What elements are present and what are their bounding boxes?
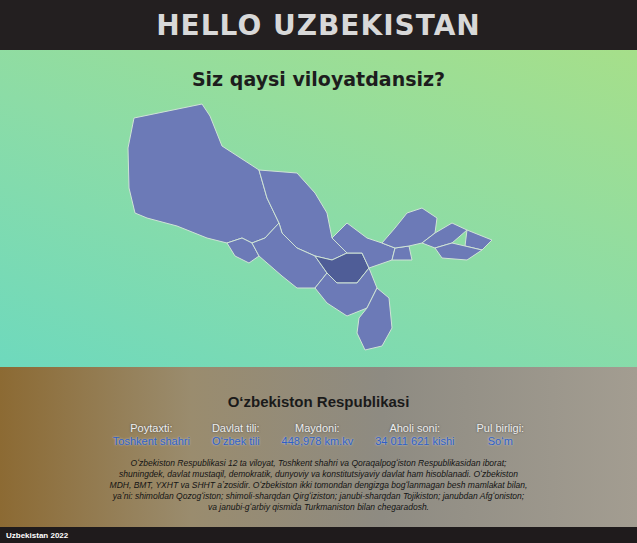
region[interactable] [332,223,395,268]
uzbekistan-map [122,98,502,353]
fact-value: Toshkent shahri [113,435,190,448]
region[interactable] [357,288,392,350]
description: Oʻzbekiston Respublikasi 12 ta viloyat, … [109,458,529,513]
site-title[interactable]: HELLO UZBEKISTAN [156,9,481,42]
page: HELLO UZBEKISTAN Siz qaysi viloyatdansiz… [0,0,637,543]
info-title: Oʻzbekiston Respublikasi [228,393,410,410]
fact-value: 34 011 621 kishi [375,435,454,448]
fact: Maydoni: 448,978 km.kv [282,422,354,448]
fact-value: Oʻzbek tili [212,435,260,448]
fact: Pul birligi: Soʻm [476,422,524,448]
header: HELLO UZBEKISTAN [0,0,637,50]
footer-text: Uzbekistan 2022 [6,531,68,540]
footer: Uzbekistan 2022 [0,527,637,543]
fact-label: Davlat tili: [212,422,260,435]
fact-value: Soʻm [488,435,513,448]
fact-label: Poytaxti: [130,422,172,435]
fact: Aholi soni: 34 011 621 kishi [375,422,454,448]
region[interactable] [422,223,467,248]
facts-row: Poytaxti: Toshkent shahri Davlat tili: Oʻ… [113,422,524,448]
fact-value: 448,978 km.kv [282,435,354,448]
fact: Poytaxti: Toshkent shahri [113,422,190,448]
info-section: Oʻzbekiston Respublikasi Poytaxti: Toshk… [0,367,637,527]
fact-label: Aholi soni: [389,422,440,435]
region[interactable] [435,243,482,260]
region[interactable] [128,104,279,243]
map-section: Siz qaysi viloyatdansiz? [0,50,637,367]
fact-label: Maydoni: [295,422,340,435]
region[interactable] [252,223,327,288]
fact: Davlat tili: Oʻzbek tili [212,422,260,448]
map-title: Siz qaysi viloyatdansiz? [192,68,445,90]
fact-label: Pul birligi: [476,422,524,435]
